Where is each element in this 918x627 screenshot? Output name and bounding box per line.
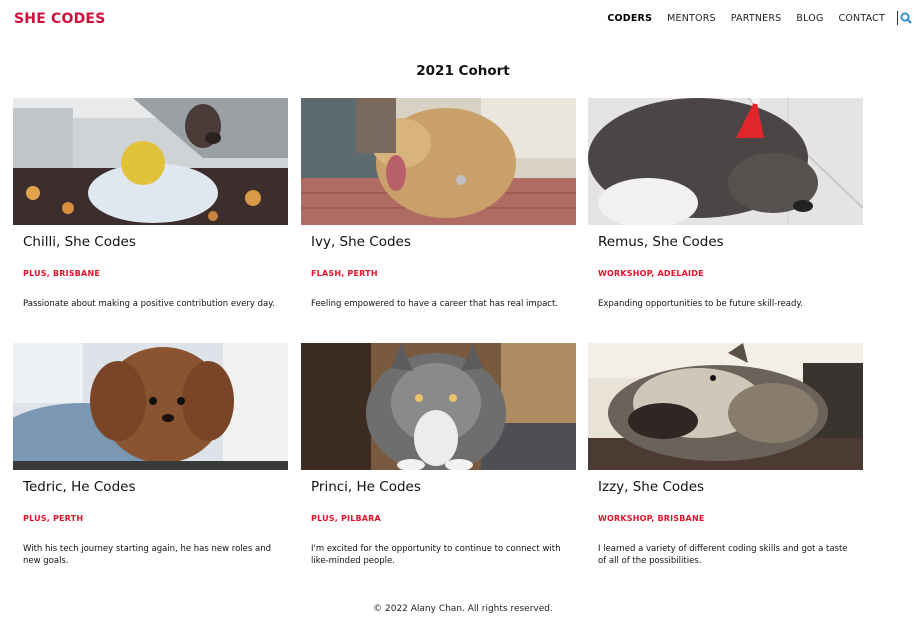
coder-name: Izzy, She Codes [598, 479, 705, 495]
coder-card[interactable]: Princi, He Codes PLUS, PILBARA I'm excit… [301, 343, 576, 578]
search-divider [897, 11, 898, 25]
coder-name: Remus, She Codes [598, 234, 724, 250]
page-title: 2021 Cohort [416, 63, 510, 79]
coder-description: I learned a variety of different coding … [598, 544, 848, 566]
coder-tag: PLUS, PILBARA [311, 514, 381, 523]
coder-tag: PLUS, PERTH [23, 514, 84, 523]
coder-card[interactable]: Ivy, She Codes FLASH, PERTH Feeling empo… [301, 98, 576, 333]
coder-card[interactable]: Chilli, She Codes PLUS, BRISBANE Passion… [13, 98, 288, 333]
brand-logo[interactable]: SHE CODES [14, 11, 105, 27]
nav-link-partners[interactable]: PARTNERS [731, 13, 782, 24]
coder-photo [13, 98, 288, 225]
coder-photo [13, 343, 288, 470]
footer-copyright: © 2022 Alany Chan. All rights reserved. [373, 604, 553, 614]
coder-name: Chilli, She Codes [23, 234, 136, 250]
site-header: SHE CODES CODERS MENTORS PARTNERS BLOG C… [0, 0, 918, 40]
coder-photo [301, 98, 576, 225]
coder-name: Princi, He Codes [311, 479, 421, 495]
coder-description: Feeling empowered to have a career that … [311, 299, 559, 309]
nav-link-blog[interactable]: BLOG [796, 13, 823, 24]
coder-card[interactable]: Remus, She Codes WORKSHOP, ADELAIDE Expa… [588, 98, 863, 333]
coder-photo [588, 98, 863, 225]
coder-tag: FLASH, PERTH [311, 269, 378, 278]
coder-tag: WORKSHOP, ADELAIDE [598, 269, 704, 278]
search-icon [900, 12, 912, 24]
coder-card[interactable]: Izzy, She Codes WORKSHOP, BRISBANE I lea… [588, 343, 863, 578]
coder-photo [301, 343, 576, 470]
coder-tag: PLUS, BRISBANE [23, 269, 101, 278]
main-nav: CODERS MENTORS PARTNERS BLOG CONTACT [607, 13, 885, 24]
coder-description: With his tech journey starting again, he… [23, 544, 271, 566]
coder-tag: WORKSHOP, BRISBANE [598, 514, 705, 523]
page: SHE CODES CODERS MENTORS PARTNERS BLOG C… [0, 0, 918, 627]
search-button[interactable] [897, 11, 912, 25]
coder-description: I'm excited for the opportunity to conti… [311, 544, 561, 566]
coder-card[interactable]: Tedric, He Codes PLUS, PERTH With his te… [13, 343, 288, 578]
coder-name: Ivy, She Codes [311, 234, 411, 250]
coder-name: Tedric, He Codes [23, 479, 136, 495]
nav-link-contact[interactable]: CONTACT [839, 13, 885, 24]
coder-photo [588, 343, 863, 470]
coder-description: Passionate about making a positive contr… [23, 299, 275, 309]
coder-description: Expanding opportunities to be future ski… [598, 299, 803, 309]
nav-link-mentors[interactable]: MENTORS [667, 13, 716, 24]
nav-link-coders[interactable]: CODERS [607, 13, 652, 24]
